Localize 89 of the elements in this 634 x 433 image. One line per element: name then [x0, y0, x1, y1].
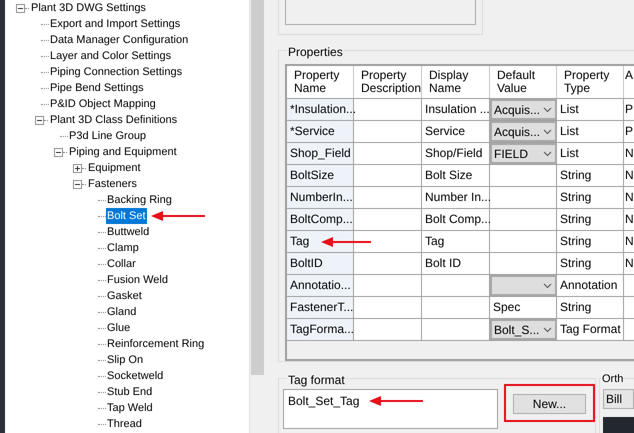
column-header[interactable]: Property Name [287, 66, 354, 98]
table-cell-text: P [624, 101, 634, 118]
table-cell: List [557, 99, 624, 120]
dropdown-cell[interactable]: FIELD [490, 143, 557, 164]
table-cell: Bolt ID [422, 253, 490, 274]
table-cell-text: N [624, 145, 634, 162]
tree-item[interactable]: Thread [106, 416, 143, 432]
tree-item[interactable]: Plant 3D Class Definitions [49, 112, 178, 128]
dark-panel [603, 417, 634, 433]
table-cell: Shop_Field [287, 143, 354, 164]
scrollbar[interactable] [249, 0, 264, 433]
collapse-icon[interactable] [73, 180, 82, 188]
tree-item[interactable]: Backing Ring [106, 192, 173, 208]
tree-item[interactable]: P3d Line Group [68, 128, 148, 144]
tree-item[interactable]: Fasteners [87, 176, 138, 192]
tree-item[interactable]: Plant 3D DWG Settings [30, 0, 147, 16]
tree-item[interactable]: Tap Weld [106, 400, 154, 416]
expand-icon[interactable] [73, 164, 82, 172]
table-cell: BoltSize [287, 165, 354, 186]
tree-item[interactable]: Stub End [106, 384, 154, 400]
table-cell: String [557, 187, 624, 208]
table-cell: Tag Format [557, 319, 624, 340]
tree-item[interactable]: Piping and Equipment [68, 144, 178, 160]
table-cell: String [557, 165, 624, 186]
chevron-icon [543, 150, 552, 156]
tree-item[interactable]: Slip On [106, 352, 144, 368]
tree-item[interactable]: Collar [106, 256, 137, 272]
table-cell: String [557, 209, 624, 230]
tree-item[interactable]: Buttweld [106, 224, 150, 240]
chevron-icon [543, 282, 552, 288]
table-cell: *Service [287, 121, 354, 142]
column-header[interactable]: A [624, 66, 634, 98]
scrollbar-thumb[interactable] [250, 0, 264, 375]
tree-item[interactable]: Equipment [87, 160, 142, 176]
collapse-icon[interactable] [35, 116, 44, 124]
column-header[interactable]: Default Value [490, 66, 557, 98]
table-cell: Bolt Comp... [422, 209, 490, 230]
tree-item[interactable]: Fusion Weld [106, 272, 169, 288]
tree-item[interactable]: Data Manager Configuration [49, 32, 190, 48]
column-header[interactable]: Property Description [354, 66, 422, 98]
new-button[interactable]: New... [512, 394, 586, 414]
tree-item[interactable]: Export and Import Settings [49, 16, 182, 32]
table-cell: List [557, 143, 624, 164]
table-cell-text: N [624, 211, 634, 228]
column-header[interactable]: Display Name [422, 66, 490, 98]
collapse-icon[interactable] [54, 148, 63, 156]
table-cell-text: N [624, 255, 634, 272]
collapse-icon[interactable] [16, 4, 25, 12]
table-cell: Number In... [422, 187, 490, 208]
dropdown-cell[interactable]: Acquis... [490, 99, 557, 120]
table-cell: Spec [490, 297, 557, 318]
tree-item[interactable]: Gasket [106, 288, 143, 304]
column-header[interactable]: Property Type [557, 66, 624, 98]
dropdown-cell[interactable]: Bolt_S... [490, 319, 557, 340]
table-cell: *Insulation... [287, 99, 354, 120]
tree-item[interactable]: Bolt Set [106, 208, 147, 224]
tree-item[interactable]: Clamp [106, 240, 140, 256]
tree-item[interactable]: Glue [106, 320, 132, 336]
table-cell: BoltID [287, 253, 354, 274]
chevron-icon [543, 128, 552, 134]
chevron-icon [543, 106, 552, 112]
table-cell: TagForma... [287, 319, 354, 340]
table-cell: FastenerT... [287, 297, 354, 318]
tree-item[interactable]: P&ID Object Mapping [49, 96, 157, 112]
table-cell: BoltComp... [287, 209, 354, 230]
chevron-icon [543, 326, 552, 332]
table-cell: Tag [422, 231, 490, 252]
table-cell: String [557, 253, 624, 274]
table-cell: Annotation [557, 275, 624, 296]
table-cell: List [557, 121, 624, 142]
tree-item[interactable]: Layer and Color Settings [49, 48, 172, 64]
table-cell: Annotatio... [287, 275, 354, 296]
dropdown-field[interactable]: Bill [603, 389, 634, 409]
table-cell: String [557, 231, 624, 252]
table-cell-text: N [624, 233, 634, 250]
tree-item[interactable]: Socketweld [106, 368, 164, 384]
table-cell-text: P [624, 123, 634, 140]
tree-item[interactable]: Reinforcement Ring [106, 336, 206, 352]
tree-item[interactable]: Gland [106, 304, 138, 320]
table-cell-text: N [624, 189, 634, 206]
dropdown-cell[interactable] [490, 275, 557, 296]
table-cell: NumberIn... [287, 187, 354, 208]
list-item[interactable]: Bolt_Set_Tag [288, 392, 360, 410]
tree-item[interactable]: Pipe Bend Settings [49, 80, 145, 96]
table-cell: Bolt Size [422, 165, 490, 186]
tree-item[interactable]: Piping Connection Settings [49, 64, 184, 80]
table-cell: String [557, 297, 624, 318]
dropdown-cell[interactable]: Acquis... [490, 121, 557, 142]
table-cell-text: N [624, 167, 634, 184]
